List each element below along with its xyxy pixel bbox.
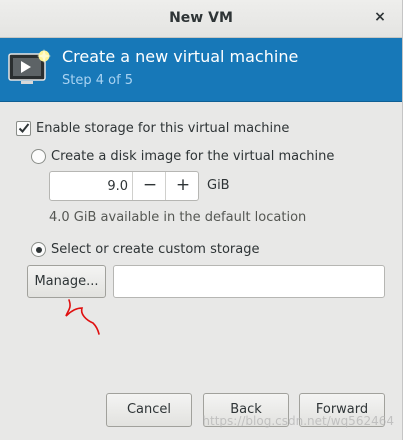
- create-disk-radio[interactable]: [31, 149, 46, 164]
- available-space-text: 4.0 GiB available in the default locatio…: [49, 210, 307, 225]
- window-title: New VM: [169, 10, 233, 26]
- decrease-size-button[interactable]: −: [132, 172, 167, 200]
- enable-storage-label[interactable]: Enable storage for this virtual machine: [36, 121, 289, 136]
- custom-storage-radio[interactable]: [31, 242, 46, 257]
- wizard-title: Create a new virtual machine: [62, 47, 299, 66]
- size-unit-label: GiB: [207, 178, 230, 193]
- increase-size-button[interactable]: +: [165, 172, 200, 200]
- disk-size-value[interactable]: 9.0: [50, 179, 128, 194]
- cancel-button[interactable]: Cancel: [106, 393, 192, 427]
- new-vm-dialog: New VM × Create a new virtual machine St…: [0, 0, 403, 440]
- custom-storage-label[interactable]: Select or create custom storage: [51, 242, 259, 257]
- close-button[interactable]: ×: [372, 9, 388, 25]
- manage-button[interactable]: Manage...: [27, 265, 106, 298]
- watermark-text: https://blog.csdn.net/wq562464: [202, 414, 394, 428]
- radio-selected-dot: [35, 246, 42, 253]
- checkmark-icon: [18, 123, 30, 133]
- wizard-step: Step 4 of 5: [62, 73, 134, 88]
- wizard-header: Create a new virtual machine Step 4 of 5: [0, 38, 402, 102]
- custom-storage-path-input[interactable]: [113, 265, 385, 298]
- disk-size-spinner[interactable]: 9.0 − +: [49, 171, 199, 201]
- close-icon: ×: [374, 9, 386, 25]
- title-bar[interactable]: New VM ×: [0, 0, 402, 38]
- minus-icon: −: [142, 175, 158, 195]
- red-arrow-annotation: [65, 299, 100, 335]
- monitor-star-icon: [8, 49, 51, 84]
- plus-icon: +: [175, 175, 191, 195]
- enable-storage-checkbox[interactable]: [16, 121, 31, 136]
- create-disk-label[interactable]: Create a disk image for the virtual mach…: [51, 149, 334, 164]
